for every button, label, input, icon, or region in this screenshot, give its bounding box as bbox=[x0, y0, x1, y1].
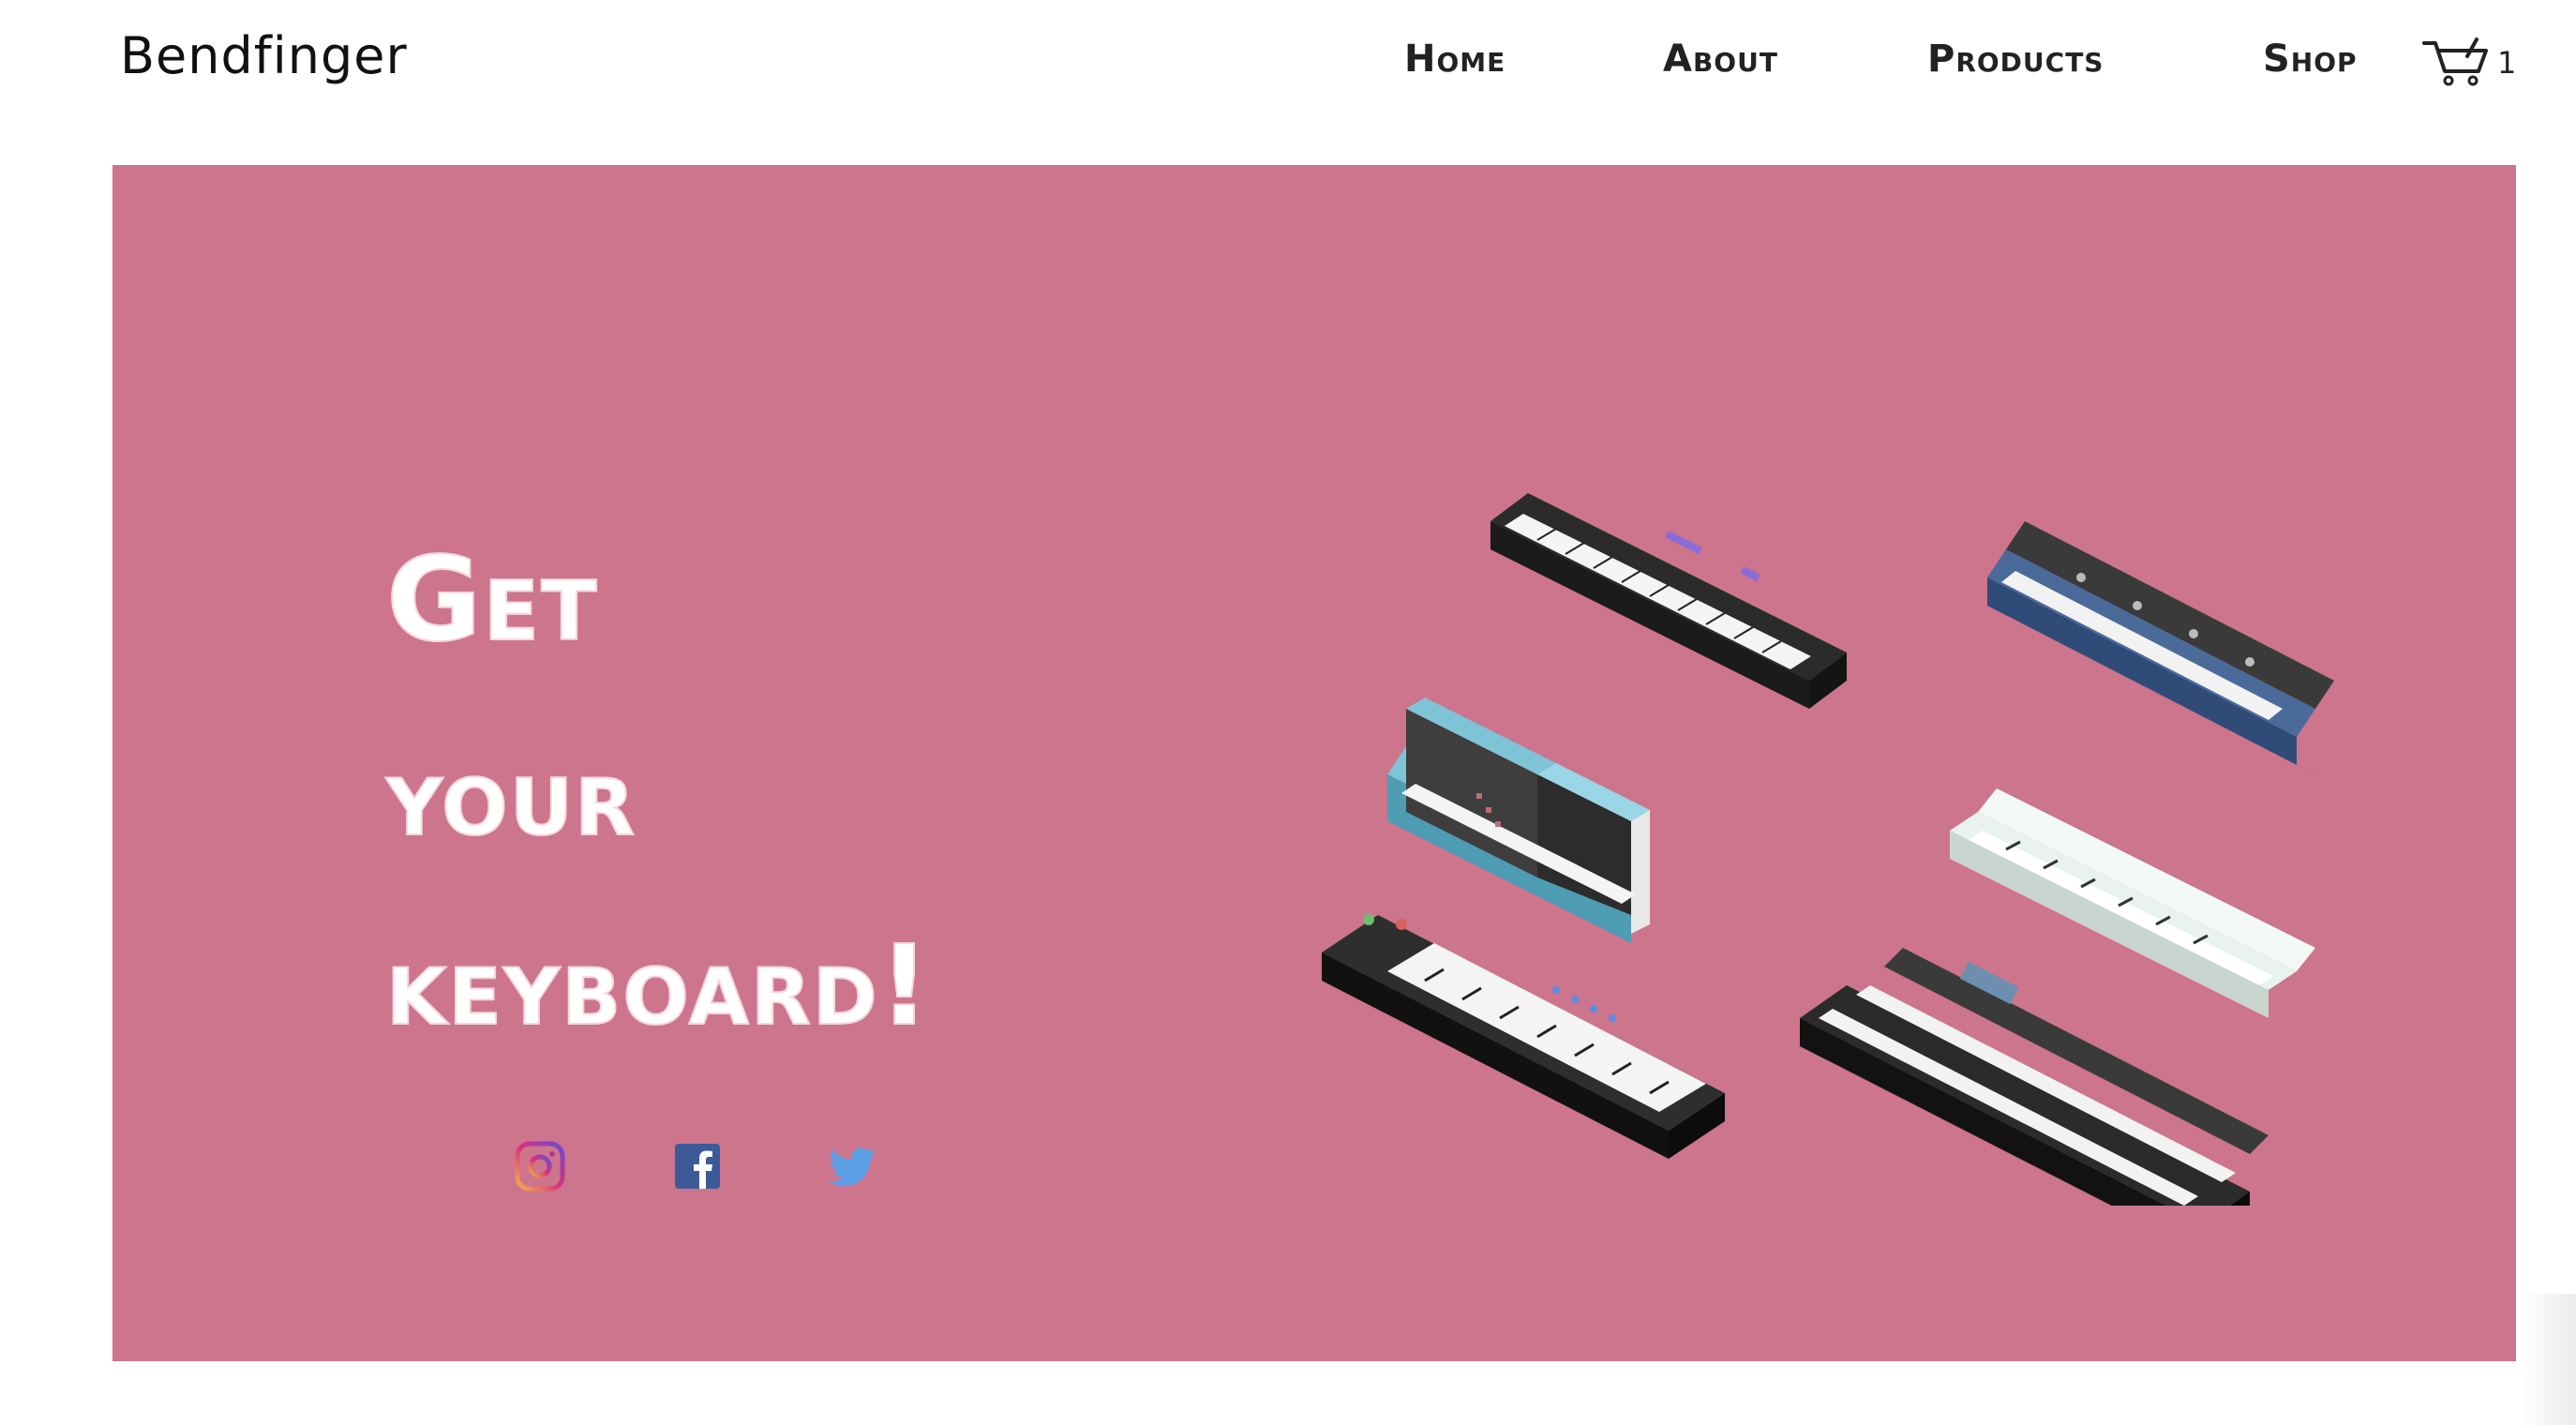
headline-line-2: your bbox=[385, 730, 637, 862]
keyboard-illustration-6 bbox=[1800, 948, 2269, 1206]
keyboards-illustration bbox=[1322, 493, 2334, 1206]
main-nav: Home About Products Shop bbox=[0, 38, 2576, 86]
cart-button[interactable]: 1 bbox=[2419, 34, 2531, 90]
keyboard-illustration-1 bbox=[1490, 493, 1847, 709]
twitter-link[interactable] bbox=[827, 1140, 879, 1192]
nav-products[interactable]: Products bbox=[1927, 38, 2104, 81]
cart-count: 1 bbox=[2497, 45, 2517, 81]
facebook-icon bbox=[675, 1144, 720, 1189]
nav-about[interactable]: About bbox=[1663, 38, 1778, 81]
headline-line-3: keyboard! bbox=[385, 920, 932, 1051]
instagram-link[interactable] bbox=[514, 1140, 566, 1192]
headline-line-1: Get bbox=[385, 532, 599, 668]
nav-shop[interactable]: Shop bbox=[2263, 38, 2358, 81]
cart-icon bbox=[2422, 38, 2488, 86]
keyboard-illustration-2 bbox=[1987, 521, 2334, 779]
hero-banner: Get your keyboard! bbox=[112, 165, 2516, 1361]
corner-shadow bbox=[2520, 1294, 2576, 1425]
page: Bendfinger Home About Products Shop 1 Ge… bbox=[0, 0, 2576, 1425]
twitter-icon bbox=[829, 1148, 876, 1187]
keyboard-illustration-3 bbox=[1387, 698, 1650, 943]
keyboard-illustration-5 bbox=[1322, 914, 1725, 1159]
nav-home[interactable]: Home bbox=[1404, 38, 1505, 81]
facebook-link[interactable] bbox=[671, 1140, 724, 1192]
instagram-icon bbox=[515, 1141, 565, 1192]
